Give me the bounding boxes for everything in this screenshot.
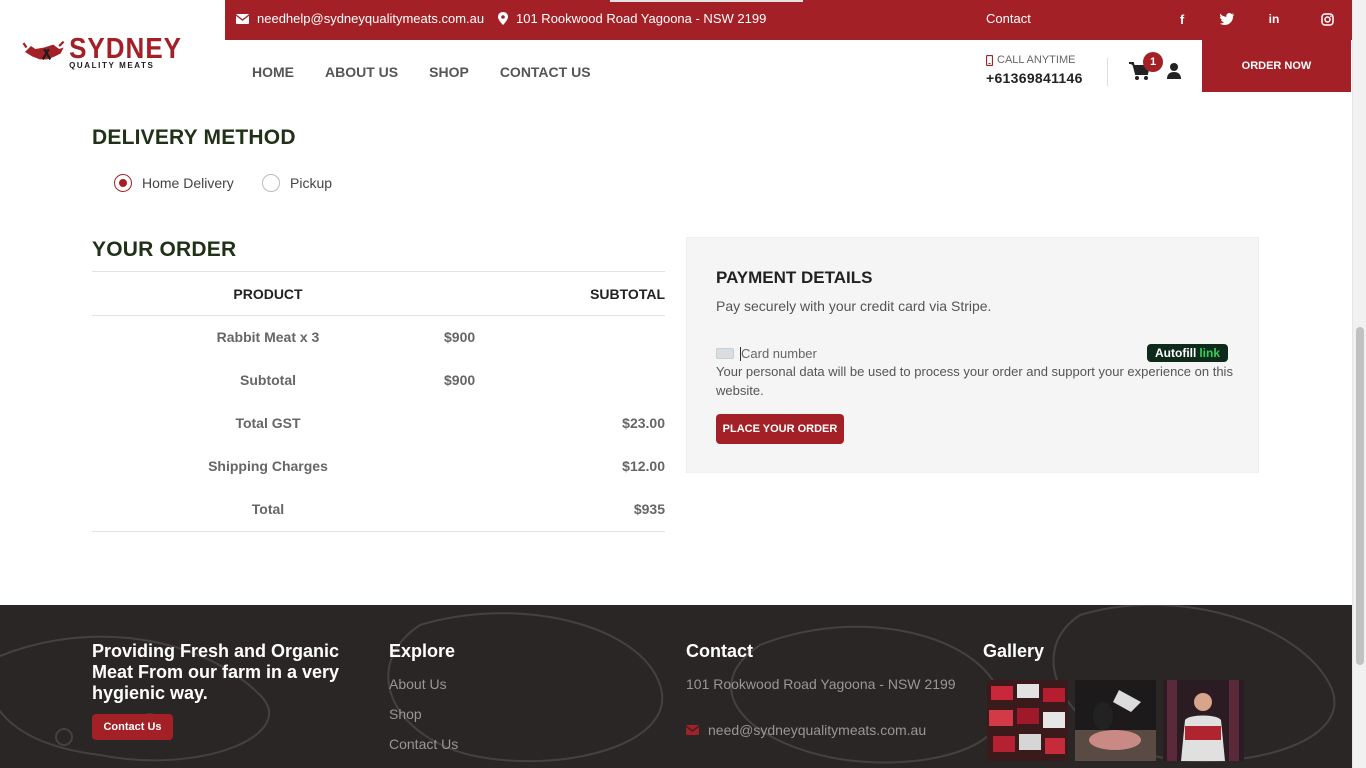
topbar-address: 101 Rookwood Road Yagoona - NSW 2199 bbox=[498, 11, 766, 26]
nav-item-home[interactable]: HOME bbox=[252, 64, 294, 80]
gallery-image-meat-trays[interactable] bbox=[987, 680, 1068, 761]
header-divider bbox=[1107, 58, 1108, 86]
cart-count-badge: 1 bbox=[1143, 52, 1163, 72]
topbar-contact-text: Contact bbox=[986, 11, 1031, 26]
facebook-icon[interactable]: f bbox=[1175, 12, 1189, 27]
site-footer: Providing Fresh and Organic Meat From ou… bbox=[0, 605, 1352, 768]
footer-link-shop[interactable]: Shop bbox=[389, 706, 458, 722]
footer-about-column: Providing Fresh and Organic Meat From ou… bbox=[92, 641, 372, 740]
twitter-icon[interactable] bbox=[1220, 12, 1234, 26]
payment-details-panel: PAYMENT DETAILS Pay securely with your c… bbox=[686, 237, 1259, 473]
footer-link-about-us[interactable]: About Us bbox=[389, 676, 458, 692]
order-now-button[interactable]: ORDER NOW bbox=[1202, 40, 1351, 92]
row-right-value: $12.00 bbox=[622, 458, 665, 474]
call-label-row: CALL ANYTIME bbox=[986, 54, 1083, 66]
call-label: CALL ANYTIME bbox=[997, 54, 1076, 66]
linkedin-icon[interactable]: in bbox=[1267, 12, 1281, 26]
instagram-icon[interactable] bbox=[1320, 12, 1334, 26]
autofill-text: Autofill bbox=[1155, 346, 1197, 360]
home-delivery-label: Home Delivery bbox=[142, 175, 234, 191]
order-table: PRODUCT SUBTOTAL Rabbit Meat x 3 $900 Su… bbox=[92, 271, 665, 532]
your-order-heading: YOUR ORDER bbox=[92, 238, 237, 261]
place-order-button[interactable]: PLACE YOUR ORDER bbox=[716, 414, 844, 444]
pickup-radio[interactable] bbox=[262, 174, 280, 192]
map-pin-icon bbox=[498, 12, 508, 25]
footer-explore-column: Explore About Us Shop Contact Us bbox=[389, 641, 458, 752]
call-anytime[interactable]: CALL ANYTIME +61369841146 bbox=[986, 54, 1083, 86]
footer-explore-title: Explore bbox=[389, 641, 456, 661]
row-right-value: $23.00 bbox=[622, 415, 665, 431]
delivery-method-heading: DELIVERY METHOD bbox=[92, 126, 296, 149]
footer-contact-column: Contact 101 Rookwood Road Yagoona - NSW … bbox=[686, 641, 956, 738]
scrollbar-thumb[interactable] bbox=[1356, 327, 1364, 665]
row-label: Total GST bbox=[235, 415, 301, 431]
card-number-input[interactable]: Card number bbox=[716, 346, 817, 361]
pickup-label: Pickup bbox=[290, 175, 333, 191]
user-icon[interactable] bbox=[1166, 62, 1182, 80]
footer-tagline: Providing Fresh and Organic Meat From ou… bbox=[92, 641, 340, 703]
row-label: Rabbit Meat x 3 bbox=[216, 329, 320, 345]
credit-card-icon bbox=[716, 348, 734, 359]
footer-gallery-column: Gallery bbox=[983, 641, 1044, 662]
main-nav: HOME ABOUT US SHOP CONTACT US bbox=[252, 64, 591, 80]
topbar-address-text: 101 Rookwood Road Yagoona - NSW 2199 bbox=[516, 11, 767, 26]
payment-subtitle: Pay securely with your credit card via S… bbox=[716, 298, 992, 314]
topbar-email-text: needhelp@sydneyqualitymeats.com.au bbox=[257, 11, 485, 26]
phone-number: +61369841146 bbox=[986, 70, 1083, 86]
footer-link-contact-us[interactable]: Contact Us bbox=[389, 736, 458, 752]
subtotal-column-header: SUBTOTAL bbox=[590, 286, 665, 302]
gallery-image-butcher-portrait[interactable] bbox=[1163, 680, 1244, 761]
table-row: Total GST $23.00 bbox=[92, 402, 665, 445]
mobile-phone-icon bbox=[986, 54, 993, 66]
logo-text: SYDNEY QUALITY MEATS bbox=[69, 31, 182, 70]
row-label: Total bbox=[251, 501, 285, 517]
row-mid-value: $900 bbox=[444, 372, 476, 388]
bull-logo-icon bbox=[22, 40, 65, 60]
page-scrollbar[interactable] bbox=[1352, 0, 1366, 768]
home-delivery-radio[interactable] bbox=[114, 174, 132, 192]
nav-item-contact-us[interactable]: CONTACT US bbox=[500, 64, 591, 80]
topbar-email[interactable]: needhelp@sydneyqualitymeats.com.au bbox=[236, 11, 484, 26]
footer-address: 101 Rookwood Road Yagoona - NSW 2199 bbox=[686, 676, 956, 692]
row-mid-value: $900 bbox=[444, 329, 476, 345]
table-row: Subtotal $900 bbox=[92, 359, 665, 402]
footer-gallery-title: Gallery bbox=[983, 641, 1045, 661]
autofill-link-text: link bbox=[1199, 346, 1220, 360]
payment-title: PAYMENT DETAILS bbox=[716, 268, 873, 287]
privacy-notice: Your personal data will be used to proce… bbox=[716, 364, 1233, 398]
top-bar: needhelp@sydneyqualitymeats.com.au 101 R… bbox=[225, 0, 1352, 40]
table-row: Rabbit Meat x 3 $900 bbox=[92, 316, 665, 359]
topbar-contact-link[interactable]: Contact bbox=[986, 11, 1031, 26]
topbar-highlight-line bbox=[610, 0, 803, 2]
footer-contact-title: Contact bbox=[686, 641, 753, 661]
delivery-option-home[interactable]: Home Delivery bbox=[114, 174, 234, 192]
row-right-value: $935 bbox=[633, 501, 665, 517]
envelope-icon bbox=[686, 725, 699, 735]
gallery-image-butcher-cutting[interactable] bbox=[1075, 680, 1156, 761]
nav-item-shop[interactable]: SHOP bbox=[429, 64, 469, 80]
row-label: Subtotal bbox=[240, 372, 296, 388]
row-label: Shipping Charges bbox=[208, 458, 328, 474]
envelope-icon bbox=[236, 13, 249, 24]
footer-contact-us-button[interactable]: Contact Us bbox=[92, 714, 173, 740]
order-table-header: PRODUCT SUBTOTAL bbox=[92, 272, 665, 316]
site-logo[interactable]: SYDNEY QUALITY MEATS bbox=[22, 30, 182, 74]
card-number-placeholder: Card number bbox=[741, 346, 817, 361]
footer-email-text: need@sydneyqualitymeats.com.au bbox=[708, 722, 927, 738]
nav-item-about-us[interactable]: ABOUT US bbox=[325, 64, 398, 80]
product-column-header: PRODUCT bbox=[233, 286, 303, 302]
footer-email[interactable]: need@sydneyqualitymeats.com.au bbox=[686, 722, 956, 738]
logo-name-top: SYDNEY bbox=[69, 31, 182, 64]
table-row: Shipping Charges $12.00 bbox=[92, 445, 665, 488]
delivery-option-pickup[interactable]: Pickup bbox=[262, 174, 332, 192]
autofill-link-button[interactable]: Autofill link bbox=[1147, 344, 1228, 362]
table-row: Total $935 bbox=[92, 488, 665, 531]
